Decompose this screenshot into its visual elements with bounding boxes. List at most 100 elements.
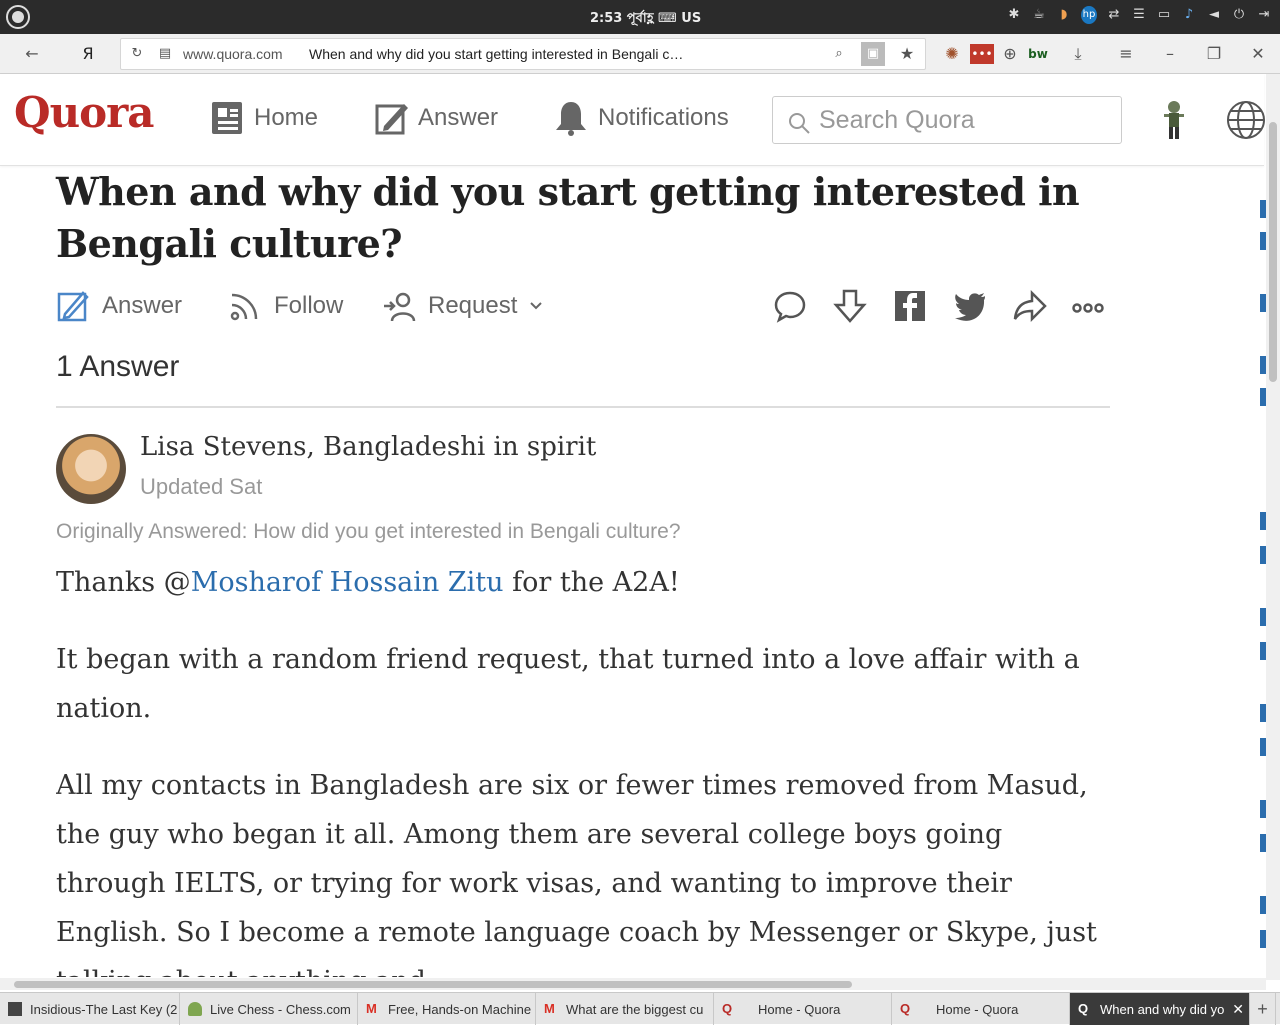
downloads-icon[interactable]: ⤓: [1066, 42, 1090, 66]
nav-answer-label: Answer: [418, 104, 499, 131]
power-icon[interactable]: ⏻: [1231, 6, 1247, 24]
tab-quora-home-1[interactable]: Q Home - Quora: [714, 993, 892, 1025]
tab-gmail-biggest[interactable]: M What are the biggest cu: [536, 993, 714, 1025]
home-feed-icon: [212, 102, 242, 134]
downvote-icon[interactable]: [832, 288, 868, 324]
tab-chess[interactable]: Live Chess - Chess.com: [180, 993, 358, 1025]
vertical-scrollbar[interactable]: [1266, 74, 1280, 980]
minimize-icon[interactable]: –: [1158, 42, 1182, 66]
address-bar[interactable]: ↻ ▤ www.quora.com When and why did you s…: [120, 38, 926, 70]
plus-icon: +: [1257, 998, 1268, 1019]
close-window-icon[interactable]: ✕: [1246, 42, 1270, 66]
folder-icon[interactable]: ▭: [1156, 6, 1172, 24]
search-input[interactable]: Search Quora: [772, 96, 1122, 144]
vertical-scroll-thumb[interactable]: [1269, 122, 1277, 382]
question-actions: Answer Follow Request: [56, 286, 1116, 326]
tab-label: Live Chess - Chess.com: [210, 1001, 351, 1017]
tab-bar: Insidious-The Last Key (2 Live Chess - C…: [0, 992, 1280, 1025]
quora-logo[interactable]: Quora: [14, 88, 154, 137]
more-options-icon[interactable]: [1070, 288, 1106, 324]
share-icon[interactable]: [1012, 288, 1048, 324]
tab-quora-question[interactable]: Q When and why did yo ✕: [1070, 993, 1250, 1025]
follow-button[interactable]: Follow: [228, 286, 343, 326]
tab-label: When and why did yo: [1100, 1001, 1225, 1017]
globe-icon[interactable]: [1226, 100, 1266, 140]
close-tab-icon[interactable]: ✕: [1232, 1001, 1244, 1018]
folder-icon: [8, 1002, 22, 1016]
page-info-icon[interactable]: ▤: [153, 42, 177, 66]
tab-quora-home-2[interactable]: Q Home - Quora: [892, 993, 1070, 1025]
tab-label: Insidious-The Last Key (2: [30, 1001, 178, 1017]
user-avatar[interactable]: [1160, 98, 1188, 142]
answer-button[interactable]: Answer: [56, 286, 182, 326]
nav-notifications[interactable]: Notifications: [554, 96, 729, 140]
volume-icon[interactable]: ◄: [1206, 6, 1222, 24]
system-clock[interactable]: 2:53 পূর্বাহ্ণ ⌨ US: [590, 9, 701, 30]
sync-icon[interactable]: ⇄: [1106, 6, 1122, 24]
gmail-icon: M: [366, 1001, 377, 1016]
nav-home-label: Home: [254, 104, 319, 131]
hp-icon[interactable]: hp: [1081, 6, 1097, 24]
extension-dots-icon[interactable]: •••: [970, 44, 994, 64]
follow-rss-icon: [230, 293, 258, 321]
thanks-prefix: Thanks @: [56, 567, 191, 598]
melon-icon[interactable]: ◗: [1056, 6, 1072, 24]
download-circle-icon[interactable]: ⊕: [998, 42, 1022, 66]
request-person-icon: [384, 292, 416, 322]
nav-answer[interactable]: Answer: [374, 96, 498, 140]
system-top-bar: 2:53 পূর্বাহ্ণ ⌨ US ✱ ☕ ◗ hp ⇄ ☰ ▭ ♪ ◄ ⏻…: [0, 0, 1280, 34]
search-icon: [789, 113, 810, 134]
bell-icon[interactable]: ♪: [1181, 6, 1197, 24]
mention-link[interactable]: Mosharof Hossain Zitu: [191, 567, 504, 598]
tab-insidious[interactable]: Insidious-The Last Key (2: [0, 993, 180, 1025]
pawn-icon: [188, 1002, 202, 1016]
bell-icon: [556, 102, 586, 136]
quora-header: Quora Home Answer Notifications Search Q…: [0, 74, 1266, 166]
answer-updated[interactable]: Updated Sat: [140, 474, 262, 500]
request-button-label: Request: [428, 292, 518, 319]
answer-thanks: Thanks @Mosharof Hossain Zitu for the A2…: [56, 558, 1116, 607]
tab-gmail-machine[interactable]: M Free, Hands-on Machine: [358, 993, 536, 1025]
author-avatar[interactable]: [56, 434, 126, 504]
bookmark-star-icon[interactable]: ★: [895, 42, 919, 66]
twitter-icon[interactable]: [952, 288, 988, 324]
tab-label: Home - Quora: [758, 1001, 841, 1017]
bw-extension-icon[interactable]: bw: [1026, 42, 1050, 66]
system-menu-icon[interactable]: [6, 5, 30, 29]
url-page-title: When and why did you start getting inter…: [309, 46, 684, 62]
author-name[interactable]: Lisa Stevens, Bangladeshi in spirit: [140, 432, 596, 462]
pencil-square-icon: [375, 104, 408, 135]
yandex-icon[interactable]: Я: [76, 42, 100, 66]
horizontal-scroll-thumb[interactable]: [14, 981, 852, 988]
url-domain: www.quora.com: [183, 46, 283, 62]
request-button[interactable]: Request: [382, 286, 543, 326]
restore-icon[interactable]: ❐: [1202, 42, 1226, 66]
menu-icon[interactable]: ≡: [1114, 42, 1138, 66]
nav-notifications-label: Notifications: [598, 104, 729, 131]
horizontal-scrollbar[interactable]: [0, 978, 1266, 990]
question-title[interactable]: When and why did you start getting inter…: [56, 166, 1116, 270]
exit-icon[interactable]: ⇥: [1256, 6, 1272, 24]
comment-icon[interactable]: [772, 288, 808, 324]
tab-label: Free, Hands-on Machine: [388, 1001, 532, 1017]
lock-icon[interactable]: ▣: [861, 42, 885, 66]
originally-answered[interactable]: Originally Answered: How did you get int…: [56, 520, 681, 544]
section-divider: [56, 406, 1110, 408]
zoom-icon[interactable]: ⌕: [827, 42, 851, 66]
answer-paragraph-1: It began with a random friend request, t…: [56, 644, 1080, 724]
facebook-icon[interactable]: [892, 288, 928, 324]
cup-icon[interactable]: ☕: [1031, 6, 1047, 24]
bug-extension-icon[interactable]: ✺: [940, 42, 964, 66]
quora-icon: Q: [900, 1001, 911, 1016]
reload-icon[interactable]: ↻: [125, 42, 149, 66]
new-tab-button[interactable]: +: [1250, 993, 1276, 1025]
nav-home[interactable]: Home: [210, 96, 318, 140]
browser-toolbar: ← Я ↻ ▤ www.quora.com When and why did y…: [0, 34, 1280, 74]
answer-pencil-icon: [57, 291, 89, 322]
bulb-icon[interactable]: ✱: [1006, 6, 1022, 24]
search-placeholder: Search Quora: [819, 106, 975, 134]
answer-paragraph-2: All my contacts in Bangladesh are six or…: [56, 770, 1097, 977]
back-arrow-icon[interactable]: ←: [20, 42, 44, 66]
list-icon[interactable]: ☰: [1131, 6, 1147, 24]
answers-count: 1 Answer: [56, 350, 180, 383]
